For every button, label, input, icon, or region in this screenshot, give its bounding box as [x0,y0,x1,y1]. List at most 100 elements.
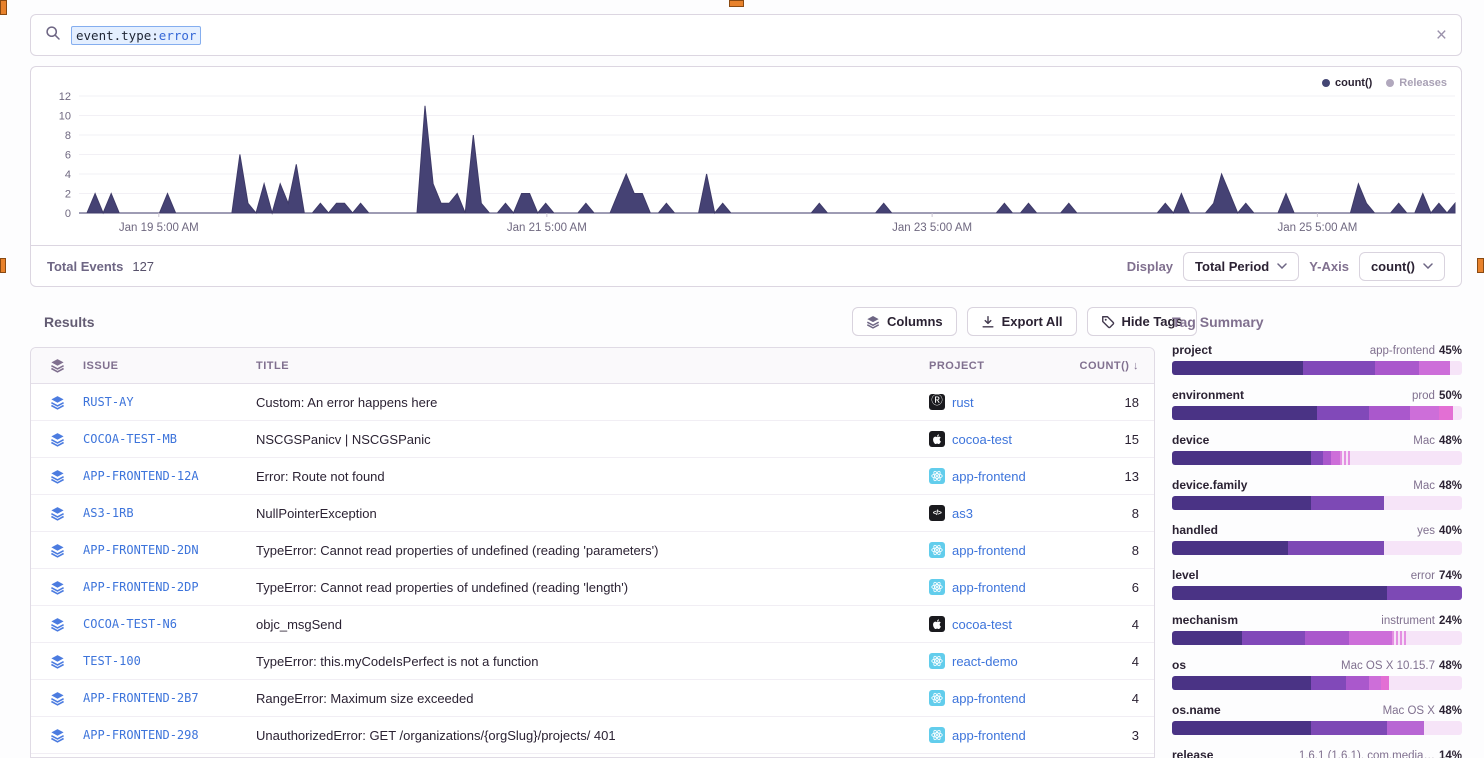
display-dropdown[interactable]: Total Period [1183,252,1299,281]
issue-title: NSCGSPanicv | NSCGSPanic [256,432,929,447]
tag-percent: 14% [1439,750,1462,758]
tag-bar-segment [1317,406,1369,420]
tag-distribution-bar[interactable] [1172,496,1462,510]
legend-item-releases[interactable]: Releases [1386,77,1447,89]
tag-bar-segment [1311,721,1386,735]
search-query-token[interactable]: event.type:error [71,26,201,45]
legend-label-releases: Releases [1399,77,1447,89]
tag-block: projectapp-frontend45% [1172,343,1462,375]
project-link[interactable]: Ⓡrust [929,394,1079,410]
apple-project-icon [929,431,945,447]
tag-percent: 48% [1439,705,1462,717]
tag-distribution-bar[interactable] [1172,361,1462,375]
tag-summary-heading: Tag Summary [1172,314,1462,330]
tag-distribution-bar[interactable] [1172,541,1462,555]
react-project-icon [929,690,945,706]
issue-title: UnauthorizedError: GET /organizations/{o… [256,728,929,743]
issue-id-link[interactable]: APP-FRONTEND-2DN [83,543,256,557]
tag-name: device.family [1172,478,1247,492]
y-axis-tick-label: 4 [65,169,71,181]
react-project-icon [929,542,945,558]
tag-name: mechanism [1172,613,1238,627]
tag-bar-segment [1305,631,1349,645]
column-header-issue[interactable]: ISSUE [83,360,256,372]
issue-title: RangeError: Maximum size exceeded [256,691,929,706]
project-link[interactable]: </>as3 [929,505,1079,521]
issue-id-link[interactable]: RUST-AY [83,395,256,409]
tag-top-value: instrument24% [1381,615,1462,627]
search-bar[interactable]: event.type:error × [30,14,1462,56]
tag-name: level [1172,568,1199,582]
tag-distribution-bar[interactable] [1172,721,1462,735]
tag-name: environment [1172,388,1244,402]
issue-id-link[interactable]: APP-FRONTEND-12A [83,469,256,483]
tag-icon [1101,315,1115,329]
events-area-chart: 024681012Jan 19 5:00 AMJan 21 5:00 AMJan… [31,67,1461,245]
tag-bar-segment [1172,496,1311,510]
issue-stack-icon [31,469,83,484]
issue-id-link[interactable]: APP-FRONTEND-298 [83,728,256,742]
issue-id-link[interactable]: COCOA-TEST-MB [83,432,256,446]
column-header-project[interactable]: PROJECT [929,360,1079,372]
tag-distribution-bar[interactable] [1172,406,1462,420]
project-link[interactable]: app-frontend [929,727,1079,743]
count-value: 3 [1079,728,1154,743]
stack-icon [866,315,880,329]
project-link[interactable]: react-demo [929,653,1079,669]
tag-block: environmentprod50% [1172,388,1462,420]
issue-id-link[interactable]: TEST-100 [83,654,256,668]
tag-bar-segment [1389,676,1462,690]
yaxis-dropdown[interactable]: count() [1359,252,1445,281]
table-body: RUST-AYCustom: An error happens hereⓇrus… [31,384,1154,758]
project-name: app-frontend [952,469,1026,484]
project-link[interactable]: app-frontend [929,579,1079,595]
issue-id-link[interactable]: APP-FRONTEND-2B7 [83,691,256,705]
tag-top-value: app-frontend45% [1370,345,1462,357]
tag-bar-segment [1424,721,1462,735]
project-link[interactable]: app-frontend [929,690,1079,706]
search-token-key: event.type: [76,28,159,43]
project-link[interactable]: app-frontend [929,468,1079,484]
results-heading: Results [44,314,95,330]
legend-item-count[interactable]: count() [1322,77,1372,89]
tag-bar-segment [1352,451,1462,465]
x-axis-tick-label: Jan 23 5:00 AM [892,222,972,234]
tag-distribution-bar[interactable] [1172,676,1462,690]
events-chart-card: count() Releases 024681012Jan 19 5:00 AM… [30,66,1462,287]
tag-bar-segment [1392,631,1407,645]
tag-bar-segment [1172,451,1311,465]
tag-distribution-bar[interactable] [1172,451,1462,465]
count-value: 6 [1079,580,1154,595]
react-project-icon [929,727,945,743]
issue-id-link[interactable]: APP-FRONTEND-2DP [83,580,256,594]
crop-handle-artifact [0,258,6,273]
tag-bar-segment [1369,676,1381,690]
columns-button[interactable]: Columns [852,307,957,336]
tag-top-value: 1.6.1 (1.6.1), com.media…14% [1299,750,1462,758]
table-row-partial [31,754,1154,758]
tag-bar-segment [1349,631,1393,645]
tag-bar-segment [1172,721,1311,735]
issue-id-link[interactable]: COCOA-TEST-N6 [83,617,256,631]
total-events-value: 127 [132,259,154,274]
crop-handle-artifact [729,0,744,7]
project-link[interactable]: cocoa-test [929,431,1079,447]
issue-title: TypeError: Cannot read properties of und… [256,543,929,558]
column-header-count[interactable]: COUNT() ↓ [1079,360,1154,372]
project-name: app-frontend [952,691,1026,706]
tag-distribution-bar[interactable] [1172,631,1462,645]
project-name: app-frontend [952,728,1026,743]
rust-project-icon: Ⓡ [929,394,945,410]
column-header-title[interactable]: TITLE [256,360,929,372]
issue-id-link[interactable]: AS3-1RB [83,506,256,520]
tag-block: mechanism instrument24% [1172,613,1462,645]
export-all-button[interactable]: Export All [967,307,1077,336]
crop-handle-artifact [0,0,7,15]
search-clear-icon[interactable]: × [1436,26,1447,45]
tag-bar-segment [1172,361,1303,375]
project-link[interactable]: cocoa-test [929,616,1079,632]
tag-distribution-bar[interactable] [1172,586,1462,600]
count-area-series [79,106,1455,213]
tag-percent: 48% [1439,480,1462,492]
project-link[interactable]: app-frontend [929,542,1079,558]
